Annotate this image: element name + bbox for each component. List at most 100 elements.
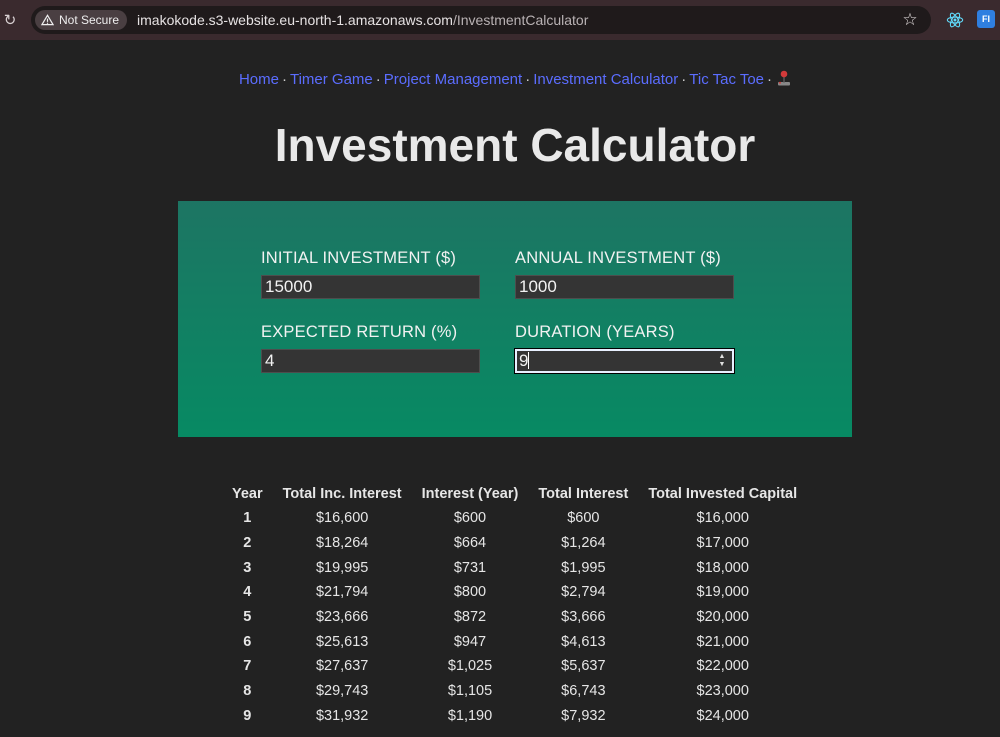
reload-icon[interactable]: ↻ (2, 10, 18, 30)
total-invested-capital-cell: $23,000 (696, 683, 749, 700)
year-cell: 4 (243, 584, 252, 601)
column-header-total-invested-capital: Total Invested Capital (648, 486, 798, 502)
duration-value: 9 (519, 351, 529, 370)
column-header-interest-year: Interest (Year) (421, 486, 519, 502)
nav-link-project-management[interactable]: Project Management (384, 71, 522, 88)
nav-link-investment-calculator[interactable]: Investment Calculator (533, 71, 678, 88)
interest-year-cell: $1,190 (447, 707, 493, 724)
table-row: 1 $16,600 $600 $600 $16,000 (222, 506, 807, 531)
page-title: Investment Calculator (274, 119, 756, 171)
total-inc-interest-cell: $18,264 (315, 535, 369, 552)
url-text[interactable]: imakokode.s3-website.eu-north-1.amazonaw… (137, 12, 588, 28)
total-invested-capital-cell: $18,000 (696, 559, 749, 576)
total-inc-interest-cell: $19,995 (315, 559, 369, 576)
table-row: 8 $29,743 $1,105 $6,743 $23,000 (222, 679, 807, 704)
total-interest-cell: $1,264 (561, 535, 606, 552)
interest-year-cell: $872 (453, 609, 487, 626)
joystick-icon[interactable] (777, 70, 791, 86)
total-inc-interest-cell: $16,600 (315, 510, 369, 527)
annual-investment-label: ANNUAL INVESTMENT ($) (515, 249, 721, 267)
total-inc-interest-cell: $23,666 (315, 609, 369, 626)
table-row: 6 $25,613 $947 $4,613 $21,000 (222, 629, 807, 654)
total-invested-capital-cell: $24,000 (696, 707, 749, 724)
total-interest-cell: $4,613 (561, 633, 606, 650)
duration-input[interactable]: 9 ▲ ▼ (514, 348, 735, 374)
react-devtools-icon[interactable] (946, 11, 964, 29)
nav-separator: · (525, 71, 531, 88)
year-cell: 1 (243, 510, 252, 527)
annual-investment-input[interactable]: 1000 (515, 275, 734, 299)
nav-separator: · (375, 71, 381, 88)
column-header-year: Year (232, 486, 263, 502)
total-interest-cell: $7,932 (561, 707, 606, 724)
total-invested-capital-cell: $19,000 (696, 584, 749, 601)
year-cell: 2 (243, 535, 252, 552)
warning-icon (41, 14, 54, 26)
interest-year-cell: $1,025 (447, 658, 493, 675)
total-inc-interest-cell: $25,613 (315, 633, 369, 650)
interest-year-cell: $664 (453, 535, 487, 552)
bookmark-star-icon[interactable]: ☆ (901, 11, 919, 29)
user-input-panel: INITIAL INVESTMENT ($) 15000 ANNUAL INVE… (178, 201, 852, 437)
annual-investment-group: ANNUAL INVESTMENT ($) 1000 (515, 249, 734, 299)
url-path: /InvestmentCalculator (452, 12, 589, 28)
total-inc-interest-cell: $29,743 (315, 683, 369, 700)
top-nav: Home · Timer Game · Project Management · Inves… (0, 70, 1000, 88)
total-interest-cell: $1,995 (561, 559, 606, 576)
column-header-total-interest: Total Interest (538, 486, 629, 502)
year-cell: 8 (243, 683, 252, 700)
interest-year-cell: $731 (453, 559, 487, 576)
total-interest-cell: $3,666 (561, 609, 606, 626)
expected-return-input[interactable]: 4 (261, 349, 480, 373)
total-inc-interest-cell: $21,794 (315, 584, 369, 601)
total-interest-cell: $6,743 (561, 683, 606, 700)
year-cell: 7 (243, 658, 252, 675)
table-row: 2 $18,264 $664 $1,264 $17,000 (222, 531, 807, 556)
year-cell: 6 (243, 633, 252, 650)
total-invested-capital-cell: $21,000 (696, 633, 749, 650)
initial-investment-group: INITIAL INVESTMENT ($) 15000 (261, 249, 480, 299)
duration-label: DURATION (YEARS) (515, 323, 675, 341)
total-inc-interest-cell: $27,637 (315, 658, 369, 675)
nav-link-timer-game[interactable]: Timer Game (290, 71, 373, 88)
duration-group: DURATION (YEARS) 9 ▲ ▼ (514, 323, 735, 374)
security-chip[interactable]: Not Secure (35, 10, 128, 30)
table-row: 4 $21,794 $800 $2,794 $19,000 (222, 580, 807, 605)
interest-year-cell: $947 (453, 633, 487, 650)
total-interest-cell: $2,794 (561, 584, 606, 601)
initial-investment-input[interactable]: 15000 (261, 275, 480, 299)
table-row: 9 $31,932 $1,190 $7,932 $24,000 (222, 704, 807, 729)
expected-return-group: EXPECTED RETURN (%) 4 (261, 323, 480, 373)
table-row: 3 $19,995 $731 $1,995 $18,000 (222, 555, 807, 580)
address-bar[interactable]: Not Secure imakokode.s3-website.eu-north… (31, 6, 931, 34)
total-invested-capital-cell: $20,000 (696, 609, 749, 626)
number-spinner-icon[interactable]: ▲ ▼ (718, 353, 726, 369)
column-header-total-inc-interest: Total Inc. Interest (282, 486, 402, 502)
table-row: 5 $23,666 $872 $3,666 $20,000 (222, 605, 807, 630)
results-table: Year Total Inc. Interest Interest (Year)… (222, 482, 807, 728)
extension-fi-icon[interactable]: FI (977, 10, 995, 28)
table-body: 1 $16,600 $600 $600 $16,000 2 $18,264 $664 $1,26… (222, 506, 807, 728)
total-inc-interest-cell: $31,932 (315, 707, 369, 724)
total-invested-capital-cell: $16,000 (696, 510, 749, 527)
total-invested-capital-cell: $22,000 (696, 658, 749, 675)
initial-investment-label: INITIAL INVESTMENT ($) (261, 249, 457, 267)
year-cell: 9 (243, 707, 252, 724)
total-interest-cell: $600 (567, 510, 600, 527)
nav-link-tic-tac-toe[interactable]: Tic Tac Toe (689, 71, 764, 88)
url-host: imakokode.s3-website.eu-north-1.amazonaw… (137, 12, 453, 28)
total-invested-capital-cell: $17,000 (696, 535, 749, 552)
nav-separator: · (767, 71, 773, 88)
interest-year-cell: $600 (453, 510, 487, 527)
nav-separator: · (281, 71, 287, 88)
table-row: 7 $27,637 $1,025 $5,637 $22,000 (222, 654, 807, 679)
interest-year-cell: $1,105 (447, 683, 493, 700)
year-cell: 3 (243, 559, 252, 576)
year-cell: 5 (243, 609, 252, 626)
expected-return-label: EXPECTED RETURN (%) (261, 323, 458, 341)
security-label: Not Secure (59, 13, 120, 27)
table-header-row: Year Total Inc. Interest Interest (Year)… (222, 482, 807, 506)
browser-toolbar: ↻ Not Secure imakokode.s3-website.eu-nor… (0, 0, 1000, 40)
nav-link-home[interactable]: Home (239, 71, 279, 88)
total-interest-cell: $5,637 (561, 658, 606, 675)
